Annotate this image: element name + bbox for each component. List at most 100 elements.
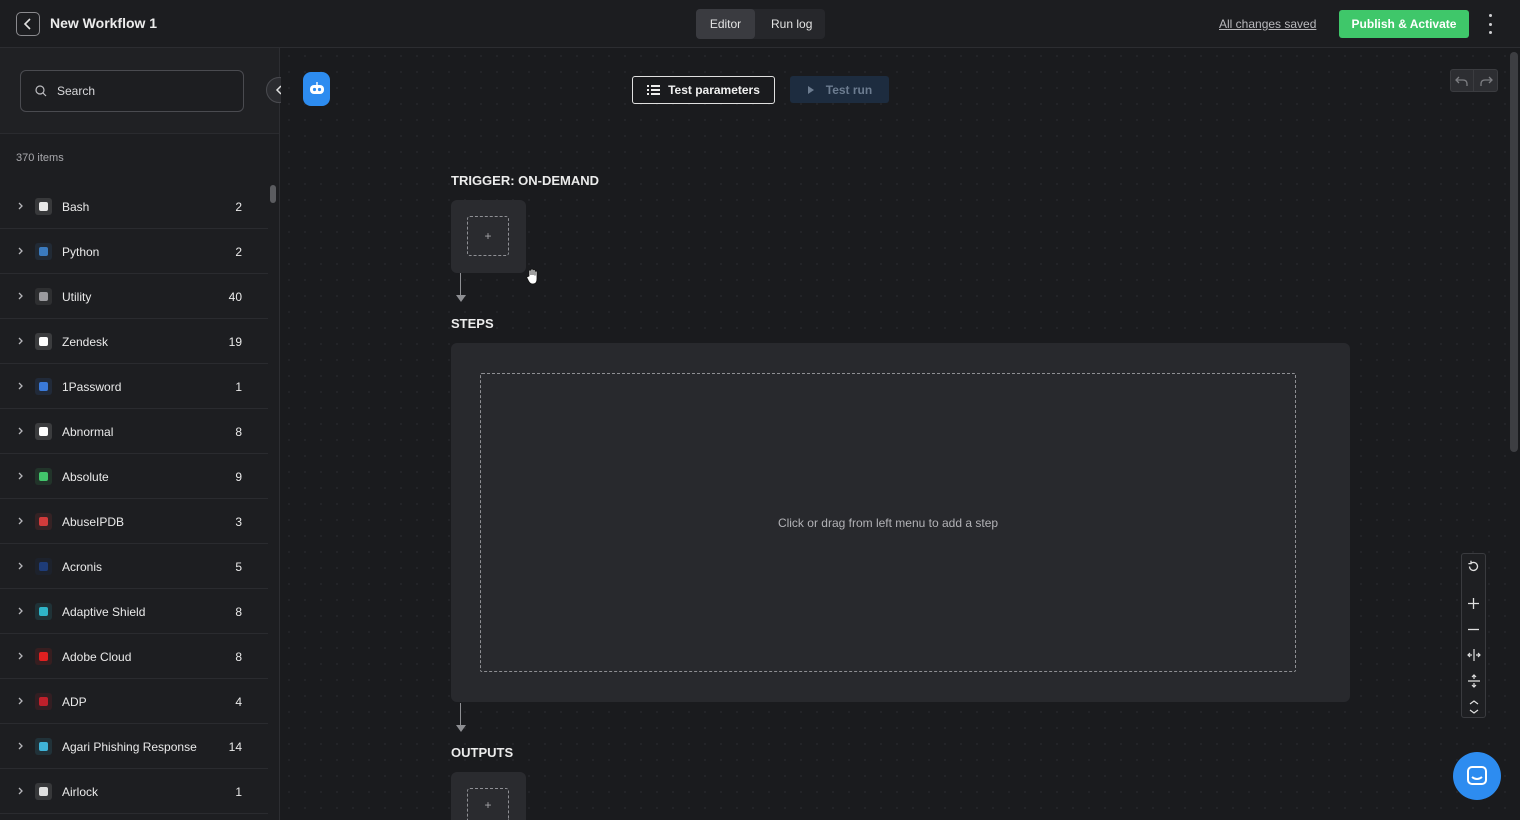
icon-glyph — [39, 427, 48, 436]
chevron-right-icon — [18, 697, 23, 705]
test-parameters-label: Test parameters — [668, 83, 760, 97]
list-item[interactable]: Zendesk 19 — [0, 319, 268, 364]
onepassword-icon — [35, 378, 52, 395]
list-item[interactable]: Airlock 1 — [0, 769, 268, 814]
search-input[interactable] — [57, 84, 227, 98]
agari-icon — [35, 738, 52, 755]
item-count-badge: 3 — [235, 515, 242, 529]
reset-view-button[interactable] — [1462, 555, 1485, 577]
abuseipdb-icon — [35, 513, 52, 530]
item-name: Utility — [62, 290, 92, 304]
zendesk-icon — [35, 333, 52, 350]
chat-support-button[interactable] — [1453, 752, 1501, 800]
item-count-badge: 2 — [235, 245, 242, 259]
fit-width-button[interactable] — [1462, 644, 1485, 666]
robot-icon — [309, 82, 324, 94]
list-item[interactable]: AbuseIPDB 3 — [0, 499, 268, 544]
item-count-badge: 1 — [235, 380, 242, 394]
view-tabs: Editor Run log — [696, 9, 826, 39]
adaptive-shield-icon — [35, 603, 52, 620]
item-count-badge: 8 — [235, 605, 242, 619]
item-name: Adaptive Shield — [62, 605, 146, 619]
icon-glyph — [39, 337, 48, 346]
absolute-icon — [35, 468, 52, 485]
fit-height-button[interactable] — [1462, 670, 1485, 692]
zoom-out-button[interactable] — [1462, 618, 1485, 640]
save-status-link[interactable]: All changes saved — [1219, 17, 1316, 31]
list-icon — [647, 85, 661, 95]
python-icon — [35, 243, 52, 260]
adobe-icon — [35, 648, 52, 665]
chat-icon — [1467, 766, 1487, 785]
item-name: AbuseIPDB — [62, 515, 125, 529]
item-name: ADP — [62, 695, 87, 709]
icon-glyph — [39, 292, 48, 301]
undo-button[interactable] — [1451, 70, 1475, 91]
tab-run-log[interactable]: Run log — [755, 9, 825, 39]
item-count-badge: 2 — [235, 200, 242, 214]
list-item[interactable]: Utility 40 — [0, 274, 268, 319]
sidebar-scrollbar[interactable] — [270, 185, 276, 203]
steps-dropzone[interactable]: Click or drag from left menu to add a st… — [480, 373, 1296, 672]
undo-icon — [1455, 76, 1468, 86]
list-item[interactable]: Agari Phishing Response 14 — [0, 724, 268, 769]
expand-collapse-button[interactable] — [1462, 696, 1485, 718]
icon-glyph — [39, 202, 48, 211]
item-count-badge: 40 — [228, 290, 242, 304]
list-item[interactable]: Abnormal 8 — [0, 409, 268, 454]
test-run-label: Test run — [825, 82, 873, 97]
item-count-badge: 1 — [235, 785, 242, 799]
acronis-icon — [35, 558, 52, 575]
list-item[interactable]: Adobe Cloud 8 — [0, 634, 268, 679]
more-options-button[interactable] — [1482, 14, 1498, 34]
search-box[interactable] — [20, 70, 244, 112]
kebab-dot — [1488, 22, 1492, 26]
list-item[interactable]: Adaptive Shield 8 — [0, 589, 268, 634]
outputs-node: + — [451, 772, 526, 820]
list-item[interactable]: Acronis 5 — [0, 544, 268, 589]
redo-button[interactable] — [1474, 70, 1497, 91]
item-name: Python — [62, 245, 100, 259]
zoom-in-button[interactable] — [1462, 592, 1485, 614]
redo-icon — [1479, 76, 1493, 86]
fit-width-icon — [1466, 649, 1481, 661]
add-trigger-button[interactable]: + — [467, 216, 509, 256]
icon-glyph — [39, 562, 48, 571]
back-button[interactable] — [16, 12, 40, 36]
chevron-right-icon — [18, 247, 23, 255]
tab-editor[interactable]: Editor — [696, 9, 755, 39]
steps-section-label: STEPS — [451, 316, 494, 331]
add-output-button[interactable]: + — [467, 788, 509, 820]
item-name: Agari Phishing Response — [62, 740, 197, 754]
top-bar: New Workflow 1 Editor Run log All change… — [0, 0, 1520, 48]
list-item[interactable]: ADP 4 — [0, 679, 268, 724]
icon-glyph — [39, 697, 48, 706]
item-count-badge: 5 — [235, 560, 242, 574]
chevron-right-icon — [18, 562, 23, 570]
trigger-section-label: TRIGGER: ON-DEMAND — [451, 173, 600, 188]
chevron-right-icon — [18, 382, 23, 390]
integrations-sidebar: 370 items Bash2Python2Utility40Zendesk19… — [0, 48, 280, 820]
chevron-right-icon — [18, 292, 23, 300]
list-item[interactable]: Python 2 — [0, 229, 268, 274]
ai-assistant-button[interactable] — [303, 72, 330, 106]
kebab-dot — [1488, 14, 1492, 17]
hand-cursor-icon — [526, 268, 538, 285]
chevron-right-icon — [18, 427, 23, 435]
list-item[interactable]: Bash 2 — [0, 184, 268, 229]
icon-glyph — [39, 742, 48, 751]
list-item[interactable]: 1Password 1 — [0, 364, 268, 409]
publish-activate-button[interactable]: Publish & Activate — [1339, 10, 1469, 38]
icon-glyph — [39, 787, 48, 796]
zoom-controls — [1461, 553, 1486, 718]
test-run-button[interactable]: Test run — [790, 76, 889, 103]
item-name: Bash — [62, 200, 90, 214]
canvas-scrollbar[interactable] — [1510, 52, 1518, 452]
outputs-section-label: OUTPUTS — [451, 745, 514, 760]
test-parameters-button[interactable]: Test parameters — [632, 76, 775, 104]
bash-icon — [35, 198, 52, 215]
workflow-title[interactable]: New Workflow 1 — [50, 15, 157, 31]
fit-height-icon — [1467, 674, 1480, 688]
item-name: Airlock — [62, 785, 99, 799]
list-item[interactable]: Absolute 9 — [0, 454, 268, 499]
